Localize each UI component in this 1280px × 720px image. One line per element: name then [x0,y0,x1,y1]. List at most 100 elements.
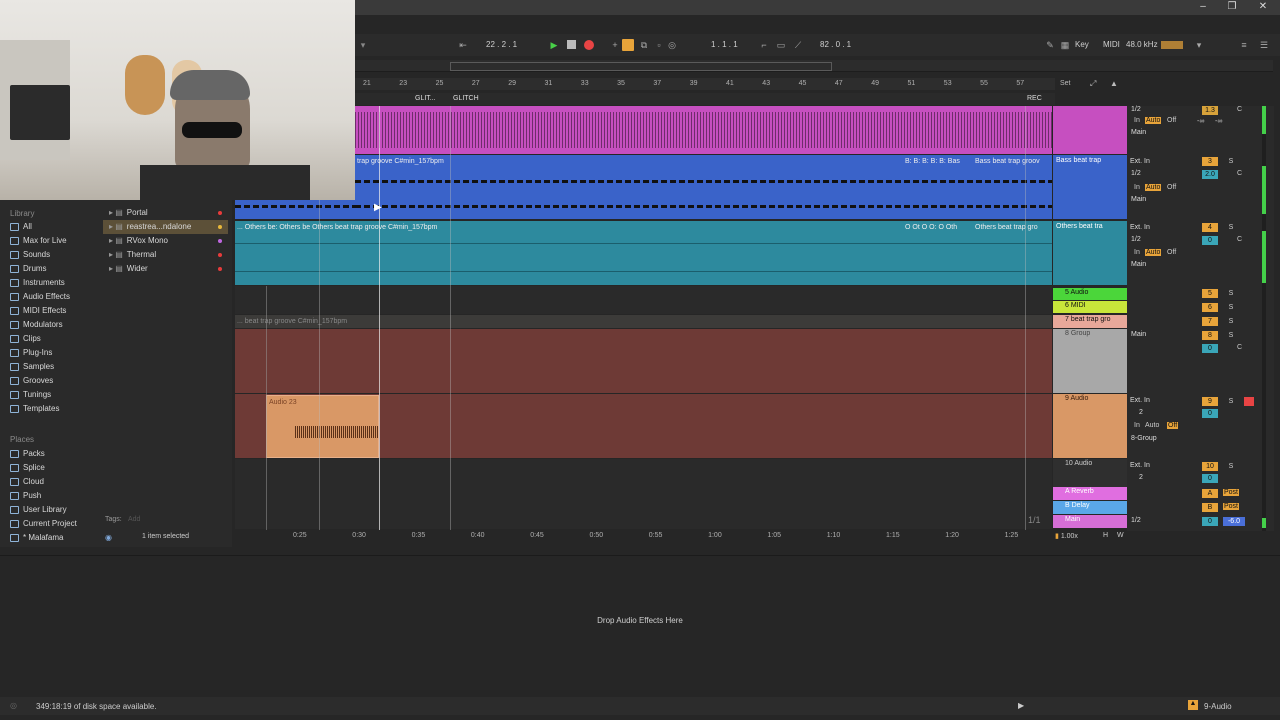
key-map-button[interactable]: Key [1075,39,1089,51]
input-channel[interactable]: 1/2 [1131,236,1141,243]
track-header-a-reverb[interactable]: A Reverb [1053,487,1127,500]
record-icon[interactable] [584,40,594,50]
output-route[interactable]: Main [1131,129,1146,136]
height-button[interactable]: H [1103,532,1108,539]
browser-place[interactable]: Packs [10,447,100,461]
close-icon[interactable]: ✕ [1256,1,1270,13]
browser-category[interactable]: Modulators [10,318,100,332]
stop-icon[interactable] [567,40,576,49]
solo-button[interactable]: S [1226,317,1236,326]
device-item[interactable]: ▸ ▤ Portal [103,206,228,220]
solo-button[interactable]: S [1226,331,1236,340]
input-channel[interactable]: 2 [1139,474,1143,481]
track-lane-empty[interactable] [235,459,1052,529]
browser-category[interactable]: Audio Effects [10,290,100,304]
lock-icon[interactable]: ▲ [1110,79,1118,88]
track-name[interactable]: A Reverb [1053,487,1127,496]
info-toggle-icon[interactable]: ◎ [10,701,17,710]
overview-strip[interactable] [355,60,1273,72]
monitor-off[interactable]: Off [1167,249,1176,256]
volume-field[interactable]: 0 [1202,517,1218,526]
main-volume[interactable]: -6.0 [1223,517,1245,526]
track-header-8-group[interactable]: 8 Group [1053,329,1127,393]
monitor-in[interactable]: In [1134,249,1140,256]
device-item[interactable]: ▸ ▤ Thermal [103,248,228,262]
keyboard-icon[interactable]: ▦ [1059,39,1071,51]
input-channel[interactable]: 1/2 [1131,170,1141,177]
input-channel[interactable]: 2 [1139,409,1143,416]
time-ruler[interactable]: 0:25 0:30 0:35 0:40 0:45 0:50 0:55 1:00 1:05 1:10… [235,530,1052,542]
track-number[interactable]: 5 [1202,289,1218,298]
volume-field[interactable]: 1.3 [1202,106,1218,115]
draw-mode-icon[interactable]: ⟋ [792,39,804,51]
browser-category[interactable]: Instruments [10,276,100,290]
zoom-icon[interactable]: ▮ [1055,533,1059,540]
track-name[interactable]: 7 beat trap gro [1053,315,1127,324]
loop-switch-icon[interactable]: ⌐ [758,39,770,51]
pan-field[interactable]: C [1237,106,1242,113]
tags-input[interactable]: Add [128,516,140,523]
track-number[interactable]: 7 [1202,317,1218,326]
track-number[interactable]: 3 [1202,157,1218,166]
chevron-down-icon[interactable]: ▾ [357,39,369,51]
browser-category[interactable]: All [10,220,100,234]
monitor-off[interactable]: Off [1167,422,1179,429]
minimize-icon[interactable]: – [1196,1,1210,13]
monitor-auto[interactable]: Auto [1145,184,1162,191]
track-name[interactable]: 5 Audio [1053,288,1127,297]
volume-field[interactable]: 2.0 [1202,170,1218,179]
set-label[interactable]: Set [1060,80,1071,87]
track-header-b-delay[interactable]: B Delay [1053,501,1127,514]
browser-category[interactable]: Templates [10,402,100,416]
track-lane-bass[interactable]: trap groove C#min_157bpm B: B: B: B: B: … [355,155,1052,219]
browser-category[interactable]: Drums [10,262,100,276]
track-name[interactable]: 8 Group [1053,329,1127,338]
overview-viewport[interactable] [450,62,832,71]
send-field[interactable]: -∞ [1215,118,1222,125]
post-button[interactable]: Post [1223,489,1240,496]
song-position[interactable]: 1 . 1 . 1 [711,39,738,51]
track-lane-group[interactable] [235,329,1052,393]
track-lane-empty[interactable] [235,286,1052,314]
automation-arm-icon[interactable] [622,39,634,51]
track-number[interactable]: 6 [1202,303,1218,312]
play-icon[interactable]: ▶ [548,39,560,51]
input-type[interactable]: Ext. In [1130,397,1150,404]
monitor-auto[interactable]: Auto [1145,422,1159,429]
track-name[interactable]: B Delay [1053,501,1127,510]
preview-icon[interactable]: ◉ [105,533,112,542]
solo-button[interactable]: S [1226,462,1236,471]
menu-icon[interactable]: ☰ [1258,39,1270,51]
browser-place[interactable]: Cloud [10,475,100,489]
post-button[interactable]: Post [1223,503,1240,510]
output-route[interactable]: Main [1131,196,1146,203]
device-item[interactable]: ▸ ▤ RVox Mono [103,234,228,248]
browser-category[interactable]: Tunings [10,388,100,402]
solo-button[interactable]: S [1226,303,1236,312]
pan-field[interactable]: C [1237,170,1242,177]
solo-button[interactable]: S [1226,289,1236,298]
track-name[interactable]: Bass beat trap [1053,155,1127,166]
track-number[interactable]: 8 [1202,331,1218,340]
volume-field[interactable]: 0 [1202,409,1218,418]
track-name[interactable]: 9 Audio [1053,394,1127,403]
locator-glitch[interactable]: GLITCH [453,95,479,102]
metronome-icon[interactable]: ◎ [666,39,678,51]
track-name[interactable]: 10 Audio [1053,459,1127,468]
monitor-auto[interactable]: Auto [1145,117,1162,124]
track-header-7[interactable]: 7 beat trap gro [1053,315,1127,328]
midi-map-button[interactable]: MIDI [1103,39,1120,51]
monitor-in[interactable]: In [1134,184,1140,191]
browser-category[interactable]: Samples [10,360,100,374]
track-lane-pink[interactable] [355,106,1052,154]
input-type[interactable]: Ext. In [1130,158,1150,165]
track-header-9-audio[interactable]: 9 Audio [1053,394,1127,458]
output-route[interactable]: Main [1131,261,1146,268]
return-letter[interactable]: B [1202,503,1218,512]
overdub-icon[interactable]: + [609,39,621,51]
device-view[interactable]: Drop Audio Effects Here [0,555,1280,665]
solo-button[interactable]: S [1226,223,1236,232]
track-number[interactable]: 10 [1202,462,1218,471]
input-type[interactable]: Ext. In [1130,224,1150,231]
track-name[interactable]: Others beat tra [1053,221,1127,232]
